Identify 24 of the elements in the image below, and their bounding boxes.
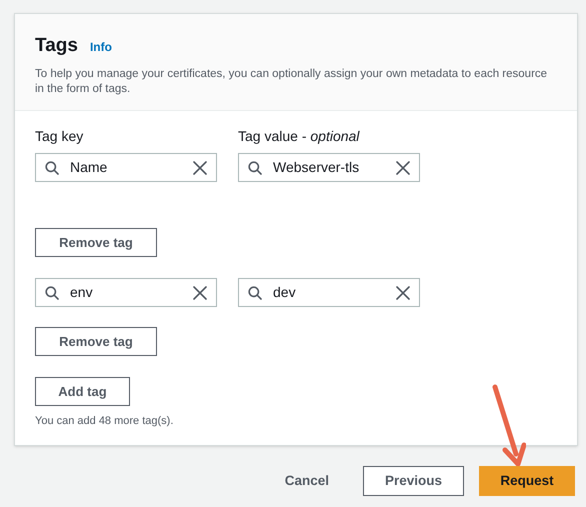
panel-title: Tags	[35, 34, 78, 58]
input-field[interactable]: Webserver-tls	[238, 153, 420, 182]
info-link[interactable]: Info	[90, 38, 112, 56]
input-field[interactable]: dev	[238, 278, 420, 307]
limit-hint: You can add 48 more tag(s).	[35, 414, 174, 429]
input-field[interactable]: env	[35, 278, 217, 307]
clear-icon[interactable]	[193, 286, 207, 300]
remove-tag-button[interactable]: Remove tag	[35, 327, 157, 356]
field-label: Tag key	[35, 127, 84, 146]
add-tag-button[interactable]: Add tag	[35, 377, 130, 406]
previous-button[interactable]: Previous	[363, 466, 464, 496]
clear-icon[interactable]	[396, 286, 410, 300]
clear-icon[interactable]	[193, 160, 207, 174]
search-icon	[45, 160, 59, 174]
search-icon	[248, 286, 262, 300]
request-button[interactable]: Request	[479, 466, 575, 496]
field-label: Tag value - optional	[238, 127, 361, 146]
search-icon	[248, 160, 262, 174]
panel-description: To help you manage your certificates, you can optionally assign your own metadata to each resource in the form of tags.	[35, 66, 548, 96]
input-field[interactable]: Name	[35, 153, 217, 182]
remove-tag-button[interactable]: Remove tag	[35, 228, 157, 257]
search-icon	[45, 286, 59, 300]
clear-icon[interactable]	[396, 160, 410, 174]
cancel-button[interactable]: Cancel	[284, 470, 329, 492]
